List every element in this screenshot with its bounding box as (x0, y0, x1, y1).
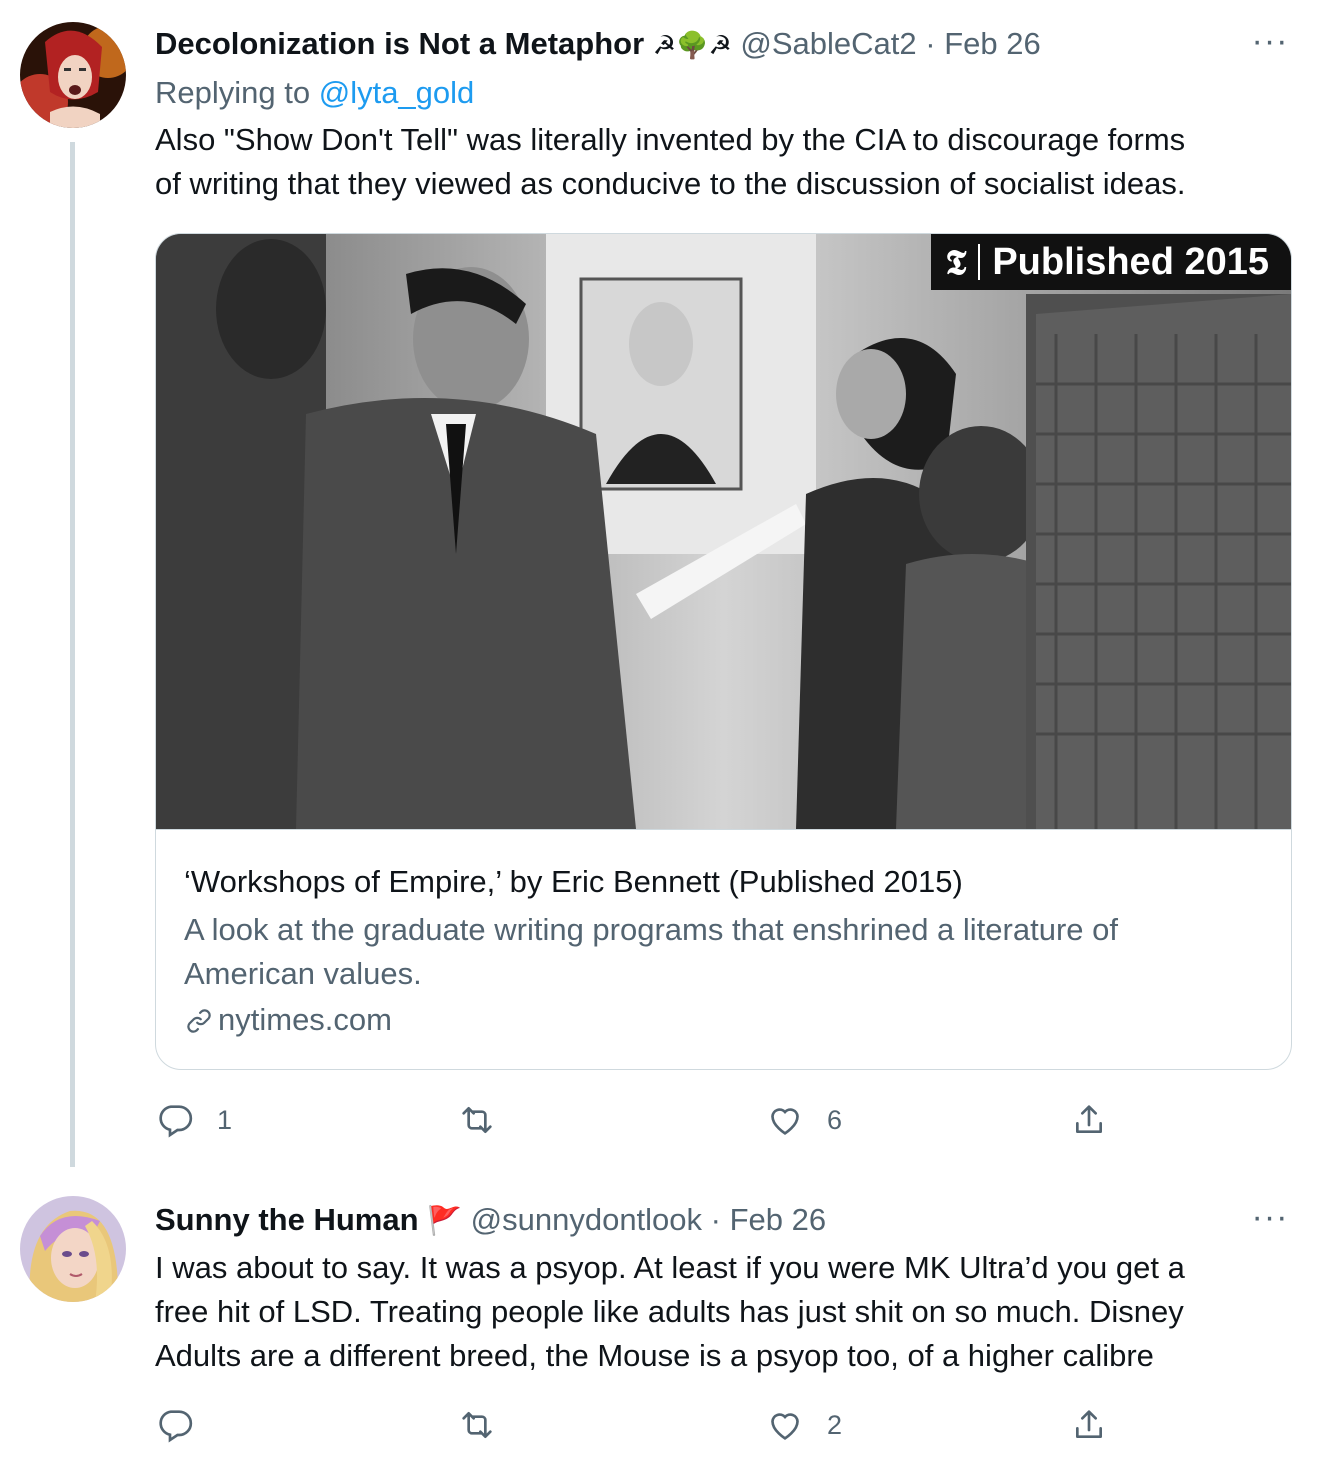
display-name[interactable]: Decolonization is Not a Metaphor (155, 26, 644, 61)
avatar[interactable] (20, 1196, 126, 1302)
heart-icon (771, 1108, 799, 1135)
badge-text: Published 2015 (992, 241, 1269, 283)
card-description: A look at the graduate writing programs … (184, 908, 1254, 996)
retweet-icon (462, 1412, 492, 1438)
tweet-header: Sunny the Human 🚩 @sunnydontlook · Feb 2… (155, 1200, 826, 1240)
avatar[interactable] (20, 22, 126, 128)
card-description-line: American values. (184, 956, 422, 991)
thread-line (70, 142, 75, 1167)
card-domain-text: nytimes.com (218, 1002, 392, 1037)
publication-badge: 𝕿 Published 2015 (931, 234, 1291, 290)
reply-count: 1 (217, 1104, 233, 1135)
card-image[interactable]: 𝕿 Published 2015 (156, 234, 1291, 829)
name-emoji: ☭🌳☭ (652, 30, 732, 60)
like-count: 6 (827, 1104, 843, 1135)
retweet-button[interactable] (457, 1098, 519, 1142)
reply-button[interactable] (155, 1403, 217, 1447)
replying-label: Replying to (155, 75, 311, 110)
tweet-text: I was about to say. It was a psyop. At l… (155, 1246, 1295, 1378)
tweet-actions: 1 6 (155, 1098, 1155, 1142)
reply-button[interactable]: 1 (155, 1098, 232, 1142)
link-card[interactable]: 𝕿 Published 2015 ‘Workshops of Empire,’ b… (155, 233, 1292, 1070)
badge-divider (978, 244, 981, 280)
retweet-icon (462, 1107, 492, 1133)
replying-to: Replying to @lyta_gold (155, 73, 474, 113)
like-button[interactable]: 6 (765, 1098, 842, 1142)
tweet-text-line: free hit of LSD. Treating people like ad… (155, 1294, 1184, 1329)
separator-dot: · (710, 1202, 721, 1237)
card-title: ‘Workshops of Empire,’ by Eric Bennett (… (184, 864, 963, 899)
mention-link[interactable]: @lyta_gold (319, 75, 475, 110)
tweet-text-line: Adults are a different breed, the Mouse … (155, 1338, 1154, 1373)
tweet-text-line: I was about to say. It was a psyop. At l… (155, 1250, 1185, 1285)
tweet-actions: 2 (155, 1403, 1155, 1447)
reply-icon (159, 1105, 193, 1138)
user-handle[interactable]: @sunnydontlook (471, 1202, 702, 1237)
link-icon (187, 1009, 211, 1033)
flag-icon: 🚩 (427, 1205, 463, 1236)
card-divider (156, 829, 1291, 830)
share-icon (1076, 1410, 1102, 1438)
tweet-text-line: of writing that they viewed as conducive… (155, 166, 1186, 201)
separator-dot: · (925, 26, 936, 61)
tweet-header: Decolonization is Not a Metaphor ☭🌳☭ @Sa… (155, 24, 1041, 64)
card-domain: nytimes.com (184, 1000, 392, 1040)
card-description-line: A look at the graduate writing programs … (184, 912, 1118, 947)
nyt-logo: 𝕿 (945, 243, 967, 283)
timestamp[interactable]: Feb 26 (944, 26, 1041, 61)
retweet-button[interactable] (457, 1403, 519, 1447)
like-count: 2 (827, 1409, 843, 1440)
tweet-text: Also "Show Don't Tell" was literally inv… (155, 118, 1295, 206)
more-options-icon[interactable]: ··· (1248, 24, 1292, 68)
timestamp[interactable]: Feb 26 (730, 1202, 827, 1237)
more-options-icon[interactable]: ··· (1248, 1200, 1292, 1244)
share-button[interactable] (1069, 1403, 1109, 1447)
share-icon (1076, 1105, 1102, 1133)
like-button[interactable]: 2 (765, 1403, 842, 1447)
tweet-text-line: Also "Show Don't Tell" was literally inv… (155, 122, 1186, 157)
heart-icon (771, 1413, 799, 1440)
display-name[interactable]: Sunny the Human (155, 1202, 419, 1237)
tweet[interactable]: Decolonization is Not a Metaphor ☭🌳☭ @Sa… (0, 0, 1321, 1170)
reply-icon (159, 1410, 193, 1443)
share-button[interactable] (1069, 1098, 1109, 1142)
tweet[interactable]: Sunny the Human 🚩 @sunnydontlook · Feb 2… (0, 1170, 1321, 1458)
user-handle[interactable]: @SableCat2 (740, 26, 916, 61)
